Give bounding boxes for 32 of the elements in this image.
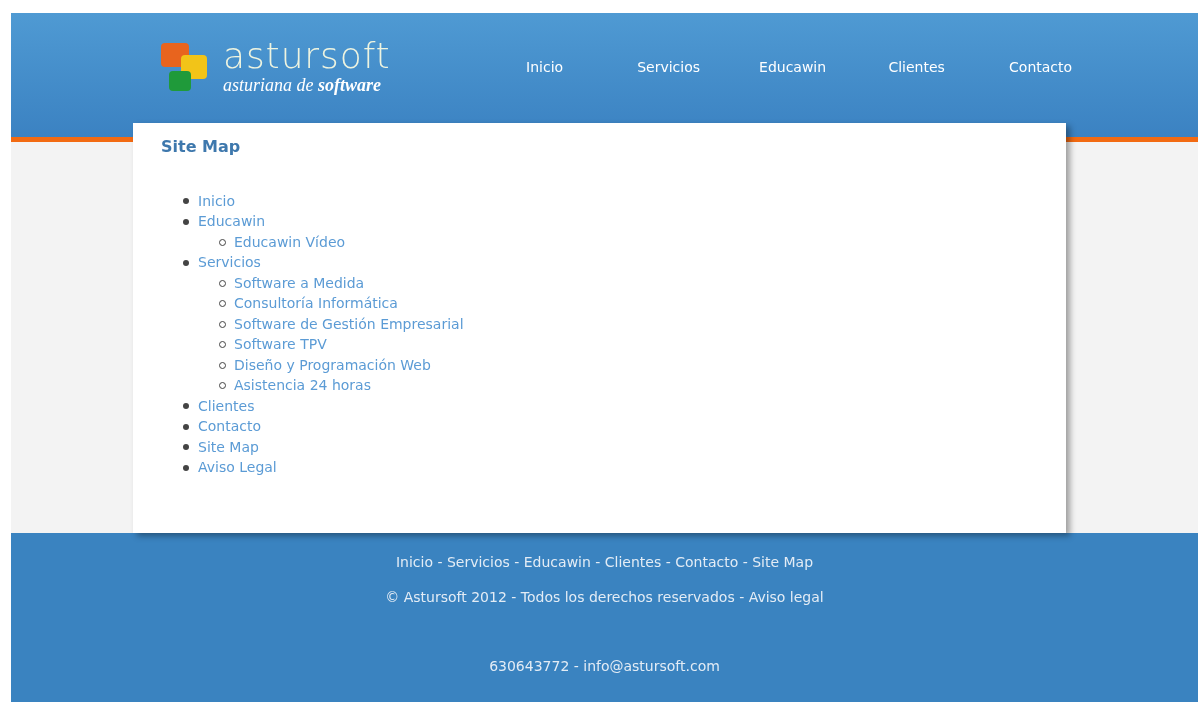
sitemap-link[interactable]: Contacto (198, 416, 262, 438)
footer-links[interactable]: Inicio - Servicios - Educawin - Clientes - Contacto - Site Map (395, 552, 814, 573)
sitemap-link[interactable]: Consultoría Informática (234, 293, 398, 315)
contact-info: 630643772 - info@astursoft.com (489, 657, 720, 676)
sitemap-link[interactable]: Servicios (198, 252, 261, 274)
nav-link[interactable]: Educawin (730, 57, 855, 78)
logo-tagline: asturiana de software (223, 74, 382, 96)
bullet-icon (183, 218, 189, 225)
bullet-icon (183, 464, 189, 471)
sitemap-link[interactable]: Educawin (198, 211, 266, 233)
sitemap-link[interactable]: Site Map (198, 436, 259, 458)
bullet-icon (183, 403, 189, 410)
sitemap-link[interactable]: Software TPV (234, 334, 327, 356)
logo-name: astursoft (223, 38, 391, 74)
bullet-icon (183, 198, 189, 205)
sitemap-link[interactable]: Software a Medida (234, 272, 365, 294)
copyright-text: © Astursoft 2012 - Todos los derechos reservados - Aviso legal (385, 588, 824, 607)
sitemap-link[interactable]: Aviso Legal (198, 457, 277, 479)
bullet-icon (183, 259, 189, 266)
sitemap-link[interactable]: Diseño y Programación Web (234, 354, 431, 376)
sitemap-link[interactable]: Inicio (198, 190, 236, 212)
sitemap-link[interactable]: Educawin Vídeo (234, 231, 346, 253)
bullet-icon (183, 444, 189, 451)
nav-link[interactable]: Clientes (854, 57, 979, 78)
sitemap-link[interactable]: Asistencia 24 horas (234, 375, 371, 397)
sitemap-link[interactable]: Clientes (198, 395, 255, 417)
nav-link[interactable]: Contacto (978, 57, 1103, 78)
nav-link[interactable]: Servicios (606, 57, 731, 78)
sitemap-link[interactable]: Software de Gestión Empresarial (234, 313, 464, 335)
page-title: Site Map (161, 136, 241, 158)
bullet-icon (183, 423, 189, 430)
nav-link[interactable]: Inicio (482, 57, 607, 78)
